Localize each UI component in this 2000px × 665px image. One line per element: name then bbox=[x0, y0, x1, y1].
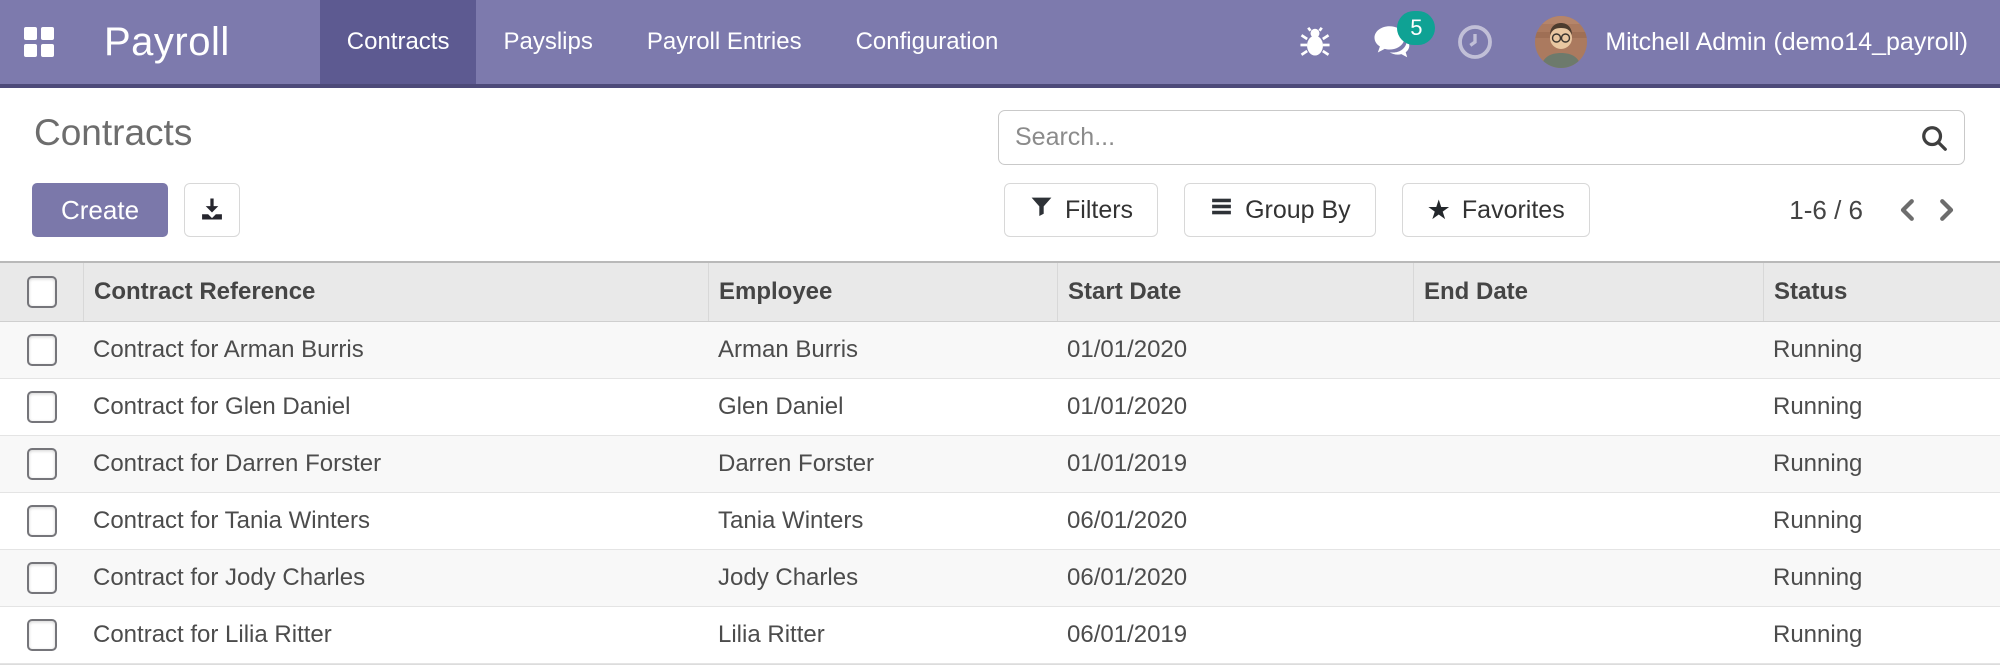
contracts-list: Contract Reference Employee Start Date End … bbox=[0, 261, 2000, 665]
cell-contract-reference: Contract for Glen Daniel bbox=[93, 393, 351, 420]
cell-employee: Tania Winters bbox=[718, 507, 864, 534]
user-menu[interactable]: Mitchell Admin (demo14_payroll) bbox=[1605, 28, 1968, 57]
row-checkbox[interactable] bbox=[26, 562, 57, 594]
cell-employee: Lilia Ritter bbox=[718, 621, 825, 648]
header-checkbox-cell bbox=[0, 276, 83, 308]
column-header-end-date[interactable]: End Date bbox=[1413, 263, 1763, 321]
cell-start-date: 06/01/2019 bbox=[1067, 621, 1188, 648]
menu-item-payslips[interactable]: Payslips bbox=[476, 0, 619, 84]
create-button[interactable]: Create bbox=[32, 183, 169, 237]
search-icon[interactable] bbox=[1919, 123, 1949, 158]
search-box bbox=[998, 110, 1965, 165]
pager: 1-6 / 6 bbox=[1789, 191, 1965, 229]
group-by-bars-icon bbox=[1209, 194, 1234, 226]
search-input[interactable] bbox=[998, 110, 1965, 165]
table-row[interactable]: Contract for Arman Burris Arman Burris 0… bbox=[0, 322, 2000, 379]
cell-contract-reference: Contract for Tania Winters bbox=[93, 507, 370, 534]
cell-employee: Arman Burris bbox=[718, 336, 859, 363]
filters-button[interactable]: Filters bbox=[1004, 183, 1159, 237]
payroll-app: Payroll Contracts Payslips Payroll Entries… bbox=[0, 0, 2000, 665]
menu-item-configuration[interactable]: Configuration bbox=[829, 0, 1026, 84]
pager-previous-icon[interactable] bbox=[1889, 191, 1927, 229]
table-row[interactable]: Contract for Jody Charles Jody Charles 0… bbox=[0, 550, 2000, 607]
messages-count-badge: 5 bbox=[1397, 11, 1436, 45]
control-panel: Contracts Create bbox=[0, 88, 2000, 237]
row-checkbox-cell bbox=[0, 505, 83, 537]
avatar[interactable] bbox=[1535, 16, 1588, 68]
debug-icon[interactable] bbox=[1297, 24, 1333, 60]
row-checkbox[interactable] bbox=[26, 505, 57, 537]
column-header-status[interactable]: Status bbox=[1763, 263, 2000, 321]
table-row[interactable]: Contract for Glen Daniel Glen Daniel 01/… bbox=[0, 379, 2000, 436]
apps-menu-icon[interactable] bbox=[24, 27, 54, 57]
list-body: Contract for Arman Burris Arman Burris 0… bbox=[0, 322, 2000, 664]
cell-start-date: 01/01/2019 bbox=[1067, 450, 1188, 477]
cell-start-date: 01/01/2020 bbox=[1067, 393, 1188, 420]
pager-range[interactable]: 1-6 / 6 bbox=[1789, 195, 1863, 226]
filter-funnel-icon bbox=[1029, 194, 1054, 226]
cell-employee: Jody Charles bbox=[718, 564, 859, 591]
row-checkbox-cell bbox=[0, 391, 83, 423]
row-checkbox-cell bbox=[0, 562, 83, 594]
cell-status: Running bbox=[1773, 336, 1863, 363]
activities-clock-icon[interactable] bbox=[1455, 22, 1495, 62]
menu-item-contracts[interactable]: Contracts bbox=[319, 0, 477, 84]
pager-next-icon[interactable] bbox=[1927, 191, 1965, 229]
top-navbar: Payroll Contracts Payslips Payroll Entries… bbox=[0, 0, 2000, 88]
download-icon bbox=[198, 195, 226, 226]
cell-status: Running bbox=[1773, 621, 1863, 648]
table-row[interactable]: Contract for Tania Winters Tania Winters… bbox=[0, 493, 2000, 550]
row-checkbox[interactable] bbox=[26, 619, 57, 651]
cell-status: Running bbox=[1773, 450, 1863, 477]
messages-icon[interactable]: 5 bbox=[1373, 11, 1436, 61]
page-title: Contracts bbox=[34, 112, 193, 153]
cell-contract-reference: Contract for Jody Charles bbox=[93, 564, 366, 591]
group-by-button[interactable]: Group By bbox=[1184, 183, 1376, 237]
menu-item-payroll-entries[interactable]: Payroll Entries bbox=[620, 0, 829, 84]
row-checkbox[interactable] bbox=[26, 448, 57, 480]
star-icon: ★ bbox=[1426, 194, 1451, 225]
app-title[interactable]: Payroll bbox=[104, 20, 230, 65]
systray: 5 Mitchell Admin (demo14_payroll) bbox=[1297, 0, 2000, 84]
table-row[interactable]: Contract for Lilia Ritter Lilia Ritter 0… bbox=[0, 607, 2000, 664]
row-checkbox[interactable] bbox=[26, 334, 57, 366]
cell-status: Running bbox=[1773, 393, 1863, 420]
select-all-checkbox[interactable] bbox=[26, 276, 57, 308]
cell-status: Running bbox=[1773, 564, 1863, 591]
cell-employee: Glen Daniel bbox=[718, 393, 844, 420]
favorites-button[interactable]: ★ Favorites bbox=[1401, 183, 1590, 237]
cell-contract-reference: Contract for Darren Forster bbox=[93, 450, 382, 477]
row-checkbox-cell bbox=[0, 448, 83, 480]
row-checkbox[interactable] bbox=[26, 391, 57, 423]
column-header-employee[interactable]: Employee bbox=[708, 263, 1057, 321]
table-row[interactable]: Contract for Darren Forster Darren Forst… bbox=[0, 436, 2000, 493]
cell-start-date: 06/01/2020 bbox=[1067, 564, 1188, 591]
row-checkbox-cell bbox=[0, 334, 83, 366]
cell-employee: Darren Forster bbox=[718, 450, 875, 477]
cell-start-date: 06/01/2020 bbox=[1067, 507, 1188, 534]
list-header: Contract Reference Employee Start Date End … bbox=[0, 261, 2000, 322]
main-menu: Contracts Payslips Payroll Entries Configur… bbox=[319, 0, 1026, 84]
column-header-contract-reference[interactable]: Contract Reference bbox=[83, 263, 708, 321]
cell-contract-reference: Contract for Lilia Ritter bbox=[93, 621, 332, 648]
column-header-start-date[interactable]: Start Date bbox=[1057, 263, 1413, 321]
cell-contract-reference: Contract for Arman Burris bbox=[93, 336, 364, 363]
export-button[interactable] bbox=[184, 183, 241, 237]
cell-status: Running bbox=[1773, 507, 1863, 534]
row-checkbox-cell bbox=[0, 619, 83, 651]
cell-start-date: 01/01/2020 bbox=[1067, 336, 1188, 363]
